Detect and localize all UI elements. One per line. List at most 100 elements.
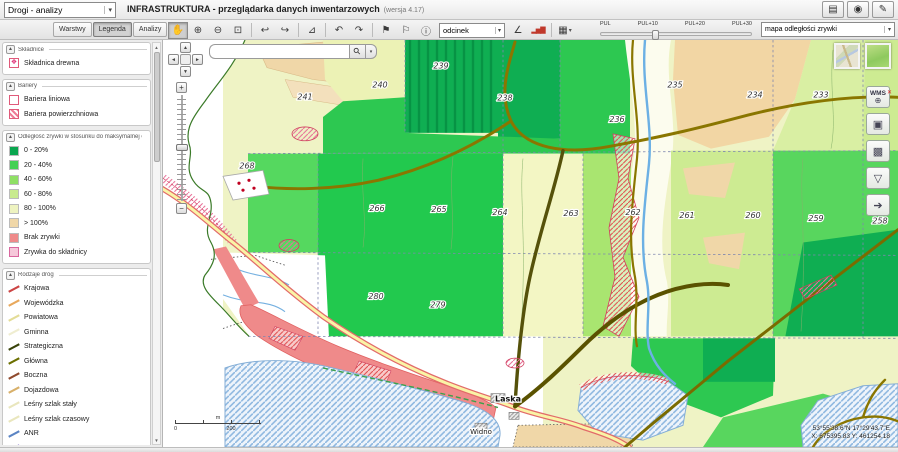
legend-item: Strategiczna — [6, 340, 147, 355]
toolbar-separator — [325, 23, 326, 37]
scale-tick-200: 200 — [226, 426, 235, 432]
legend-swatch-icon — [9, 233, 19, 243]
legend-item: 60 - 80% — [6, 187, 147, 202]
legend-swatch-icon — [9, 204, 19, 214]
compartment-number: 236 — [609, 115, 624, 124]
pan-right-button[interactable]: ► — [192, 54, 203, 65]
place-label: Widno — [470, 428, 492, 436]
place-label: Laska — [495, 395, 521, 404]
collapse-group-icon[interactable]: ▲ — [6, 45, 15, 54]
legend-item-label: Leśny szlak stały — [24, 401, 77, 408]
flag-tool[interactable]: ⚑ — [376, 22, 396, 39]
zoom-in-tool[interactable]: ⊕ — [188, 22, 208, 39]
gallery-button[interactable]: ▩ — [866, 140, 890, 162]
legend-item-label: Brak zrywki — [24, 234, 60, 241]
legend-swatch-icon — [9, 414, 19, 424]
legend-group-header: ▲Bariery — [6, 82, 147, 91]
snapshot-button[interactable]: ◉ — [847, 1, 869, 18]
redo-tool[interactable]: ↷ — [349, 22, 369, 39]
legend-item-label: 0 - 20% — [24, 147, 48, 154]
legend-item-label: Krajowa — [24, 285, 49, 292]
map-window-button[interactable]: ▣ — [866, 113, 890, 135]
tab-warstwy[interactable]: Warstwy — [53, 22, 92, 37]
zoom-in-button[interactable]: + — [176, 82, 187, 93]
basemap-thumbnail-street[interactable] — [834, 43, 860, 69]
collapse-group-icon[interactable]: ▲ — [6, 271, 15, 280]
legend-item: Dojazdowa — [6, 383, 147, 398]
legend-item-label: 60 - 80% — [24, 191, 52, 198]
segment-select[interactable]: odcinek▾ — [439, 23, 505, 38]
undo-tool-icon: ↶ — [335, 25, 343, 36]
compartment-number: 235 — [667, 80, 682, 89]
next-view-tool[interactable]: ↪ — [275, 22, 295, 39]
chevron-down-icon: ▾ — [884, 26, 891, 33]
tab-analizy[interactable]: Analizy — [133, 22, 168, 37]
collapse-group-icon[interactable]: ▲ — [6, 82, 15, 91]
search-input[interactable] — [209, 44, 349, 59]
legend-item-label: ANR — [24, 430, 39, 437]
pul-slider-handle[interactable] — [652, 30, 659, 40]
compartment-number: 264 — [492, 208, 507, 217]
zoom-extent-tool[interactable]: ⊡ — [228, 22, 248, 39]
legend-item-label: 40 - 60% — [24, 176, 52, 183]
compartment-number: 268 — [239, 161, 254, 170]
legend-item: AMW — [6, 441, 147, 445]
legend-swatch-icon: ❖ — [9, 58, 19, 68]
snap-tool[interactable]: ∠ — [508, 22, 528, 39]
previous-view-tool[interactable]: ↩ — [255, 22, 275, 39]
scroll-down-icon[interactable]: ▼ — [153, 436, 160, 444]
legend-swatch-icon — [9, 327, 19, 337]
pul-slider-track[interactable] — [600, 32, 752, 36]
map-artwork — [163, 40, 898, 447]
wms-add-icon: ⊕ — [875, 97, 882, 104]
context-select[interactable]: Drogi - analizy ▾ — [4, 2, 116, 18]
legend-swatch-icon — [9, 284, 19, 294]
marker-tool[interactable]: ⚐ — [396, 22, 416, 39]
table-tool[interactable]: ▦▾ — [555, 22, 575, 39]
print-button[interactable]: ▤ — [822, 1, 844, 18]
legend-swatch-icon — [9, 342, 19, 352]
legend-item: 20 - 40% — [6, 158, 147, 173]
undo-tool[interactable]: ↶ — [329, 22, 349, 39]
pan-tool[interactable]: ✋ — [168, 22, 188, 39]
compartment-number: 233 — [813, 90, 828, 99]
basemap-select[interactable]: mapa odległości zrywki ▾ — [761, 22, 895, 37]
search-options-button[interactable]: ▾ — [366, 44, 377, 59]
tab-legenda[interactable]: Legenda — [93, 22, 132, 37]
info-tool[interactable]: ⓘ — [416, 22, 436, 39]
legend-swatch-icon — [9, 356, 19, 366]
zoom-slider-handle[interactable] — [176, 144, 188, 151]
collapse-group-icon[interactable]: ▲ — [6, 133, 15, 142]
map-search: ⚲ ▾ — [209, 44, 377, 59]
search-button[interactable]: ⚲ — [349, 44, 366, 59]
chart-tool[interactable]: ▂▅▇ — [528, 22, 548, 39]
wms-button[interactable]: WMS⊕✕ — [866, 86, 890, 108]
legend-item-label: 20 - 40% — [24, 162, 52, 169]
zoom-out-button[interactable]: − — [176, 203, 187, 214]
zoom-extent-tool-icon: ⊡ — [234, 25, 242, 36]
marker-tool-icon: ⚐ — [402, 25, 411, 36]
scroll-up-icon[interactable]: ▲ — [153, 43, 160, 51]
scrollbar-thumb[interactable] — [154, 52, 160, 162]
compartment-number: 263 — [563, 209, 578, 218]
pan-center-button[interactable] — [180, 54, 191, 65]
scale-unit: m — [216, 415, 221, 421]
measure-tool-icon: ⊿ — [308, 25, 316, 36]
map-viewport[interactable]: 2412402392382362352342332682662652642632… — [163, 40, 898, 447]
sidebar-scrollbar[interactable]: ▲ ▼ — [152, 42, 161, 445]
edit-button[interactable]: ✎ — [872, 1, 894, 18]
map-side-buttons: WMS⊕✕ ▣ ▩ ▽ ➔ — [866, 86, 890, 221]
pan-left-button[interactable]: ◄ — [168, 54, 179, 65]
measure-tool[interactable]: ⊿ — [302, 22, 322, 39]
legend-item-label: > 100% — [24, 220, 48, 227]
pan-down-button[interactable]: ▼ — [180, 66, 191, 77]
snap-tool-icon: ∠ — [514, 25, 523, 36]
compartment-number: 234 — [747, 90, 762, 99]
zoom-out-tool[interactable]: ⊖ — [208, 22, 228, 39]
pan-up-button[interactable]: ▲ — [180, 42, 191, 53]
basemap-thumbnail-forest[interactable] — [865, 43, 891, 69]
compartment-number: 261 — [679, 211, 694, 220]
pul-label: PUL+20 — [685, 21, 705, 27]
export-button[interactable]: ➔ — [866, 194, 890, 216]
filter-button[interactable]: ▽ — [866, 167, 890, 189]
